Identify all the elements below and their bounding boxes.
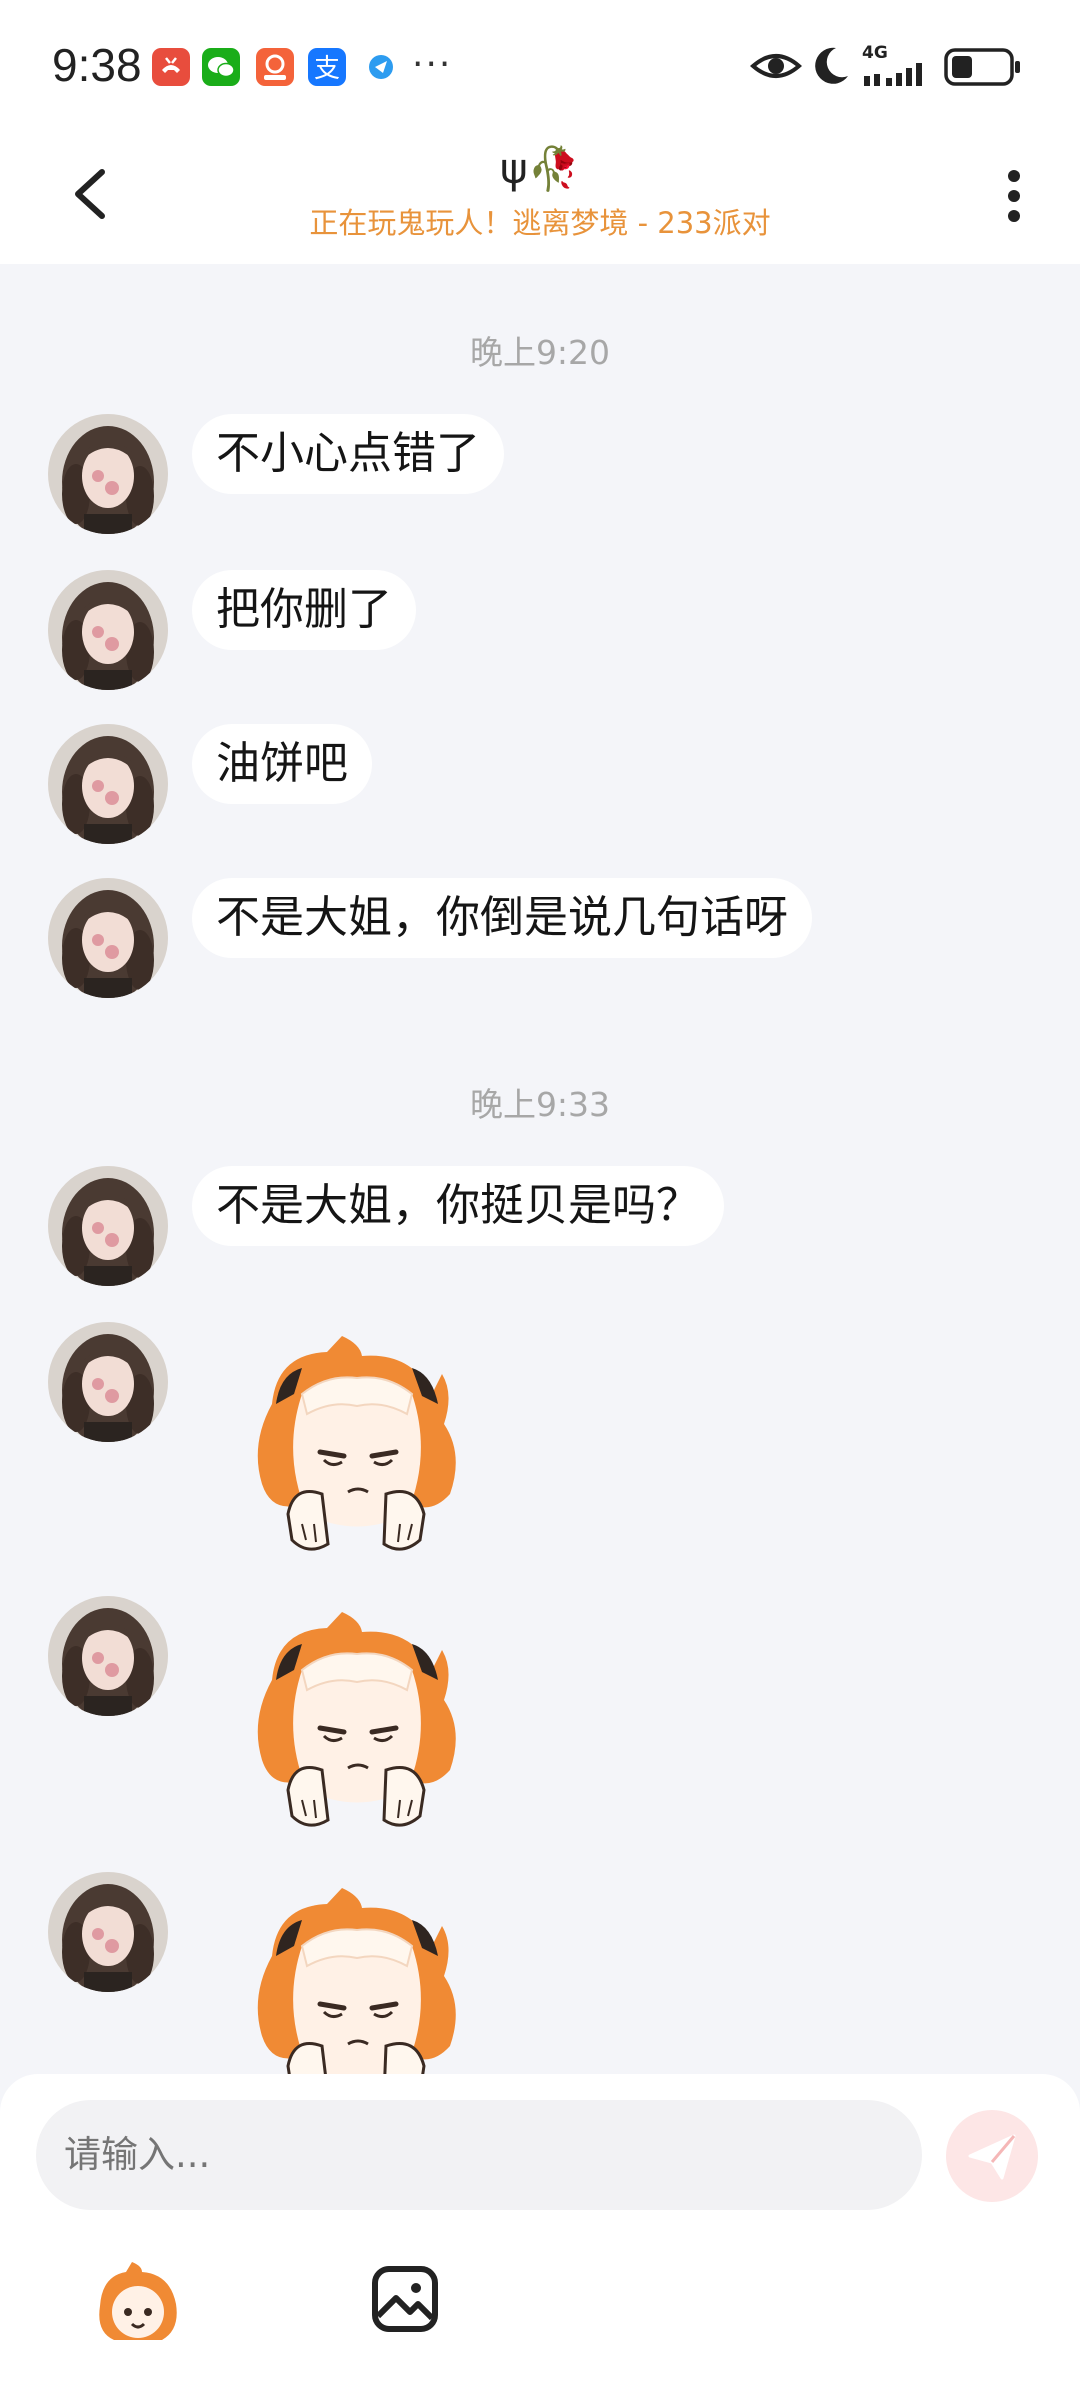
sticker-message[interactable] (232, 1610, 482, 1840)
network-label: 4G (862, 43, 888, 63)
status-time: 9:38 (52, 39, 142, 91)
avatar[interactable] (48, 1322, 168, 1442)
sticker-message[interactable] (232, 1886, 482, 2074)
missed-call-icon (152, 48, 190, 86)
sticker-message[interactable] (232, 1334, 482, 1564)
avatar[interactable] (48, 570, 168, 690)
avatar[interactable] (48, 414, 168, 534)
avatar[interactable] (48, 724, 168, 844)
status-bar: 9:38 支 ··· 4G (0, 0, 1080, 130)
chat-header: ψ🥀 正在玩鬼玩人！逃离梦境 - 233派对 (0, 130, 1080, 264)
avatar[interactable] (48, 1872, 168, 1992)
message-bubble[interactable]: 不小心点错了 (192, 414, 504, 494)
alipay-icon: 支 (308, 48, 346, 86)
image-icon[interactable] (370, 2264, 440, 2334)
contact-name: ψ🥀 (499, 144, 580, 193)
contact-status: 正在玩鬼玩人！逃离梦境 - 233派对 (309, 206, 771, 240)
composer-panel (0, 2074, 1080, 2388)
timestamp: 晚上9:33 (469, 1085, 611, 1124)
more-notifications-dots: ··· (412, 44, 453, 85)
wechat-icon (202, 48, 240, 86)
send-icon (968, 2134, 1016, 2180)
svg-text:支: 支 (314, 54, 340, 84)
avatar[interactable] (48, 1166, 168, 1286)
signal-icon (864, 63, 922, 86)
send-button[interactable] (946, 2110, 1038, 2202)
message-bubble[interactable]: 油饼吧 (192, 724, 372, 804)
avatar[interactable] (48, 1596, 168, 1716)
more-options-icon[interactable] (994, 166, 1034, 226)
message-bubble[interactable]: 不是大姐，你挺贝是吗？ (192, 1166, 724, 1246)
message-bubble[interactable]: 不是大姐，你倒是说几句话呀 (192, 878, 812, 958)
timestamp: 晚上9:20 (469, 333, 611, 372)
message-input[interactable] (36, 2100, 922, 2210)
app-icon (256, 48, 294, 86)
avatar[interactable] (48, 878, 168, 998)
emoji-sticker-icon[interactable] (92, 2260, 182, 2350)
message-list[interactable]: 晚上9:20 不小心点错了 把你删了 油饼吧 不是大姐，你倒是说几句话呀 晚上9… (0, 264, 1080, 2074)
browser-icon (362, 48, 400, 86)
eye-icon (750, 54, 802, 78)
battery-icon (944, 48, 1020, 86)
message-bubble[interactable]: 把你删了 (192, 570, 416, 650)
moon-icon (815, 47, 848, 84)
